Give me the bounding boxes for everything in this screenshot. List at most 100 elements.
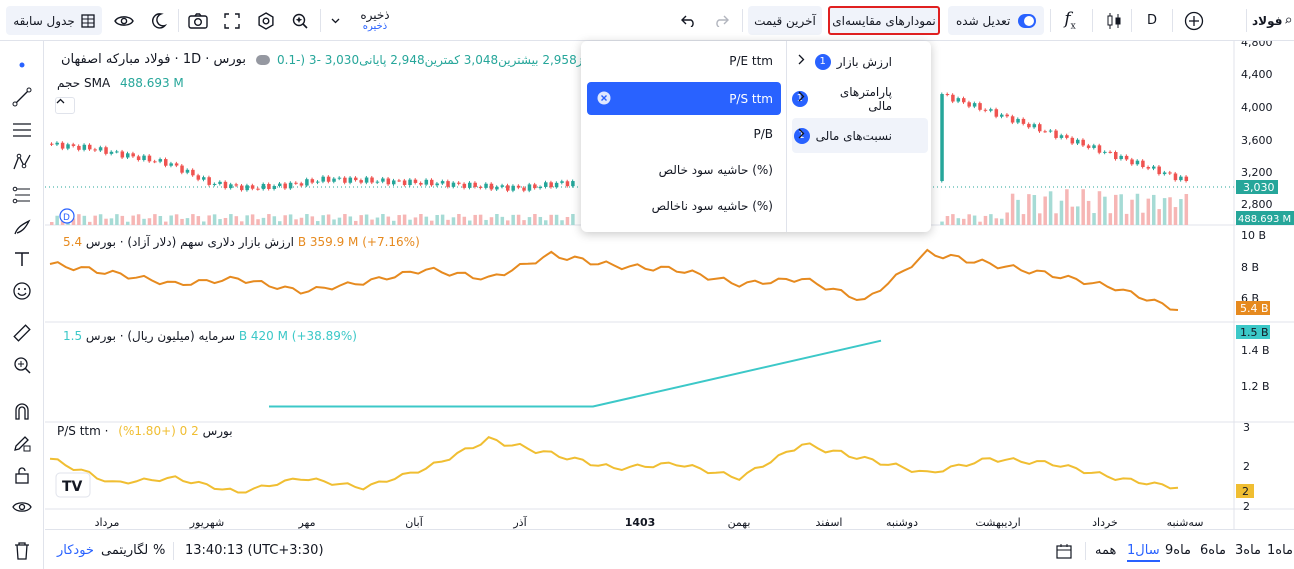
adjusted-toggle[interactable] (1018, 13, 1036, 28)
volume-bar (392, 220, 396, 225)
dropdown-item-ps-ttm[interactable]: P/S ttm (587, 82, 781, 115)
indicators-button[interactable]: fx (1056, 6, 1084, 35)
time-tick: اسفند (816, 516, 843, 529)
dropdown-item-gross-margin[interactable]: حاشیه سود ناخالص (%) (587, 189, 781, 222)
candle-body (169, 163, 173, 166)
volume-bar (370, 219, 374, 225)
volume-bar (1059, 200, 1064, 225)
symbol-search[interactable]: فولاد (1252, 6, 1292, 35)
volume-bar (1065, 189, 1069, 225)
dropdown-item-pe-ttm[interactable]: P/E ttm (587, 44, 781, 77)
legend-eye-button[interactable] (256, 55, 270, 65)
auto-scale-button[interactable]: خودکار (57, 540, 94, 562)
chart-type-button[interactable] (1100, 6, 1128, 35)
candle-body (1114, 151, 1118, 160)
fib-tool[interactable] (8, 181, 36, 209)
candle-body (402, 180, 407, 185)
candle-body (386, 178, 391, 185)
settings-button[interactable] (252, 6, 280, 35)
lock-tool[interactable] (8, 461, 36, 489)
compare-charts-button[interactable]: نمودارهای مقایسه‌ای (828, 6, 940, 35)
screenshot-button[interactable] (184, 6, 212, 35)
save-button[interactable]: ذخیره ذخیره (352, 6, 398, 35)
close-icon[interactable] (597, 91, 611, 105)
range-1m[interactable]: 1ماه (1267, 540, 1293, 562)
fullscreen-button[interactable] (218, 6, 246, 35)
redo-button[interactable] (708, 6, 736, 35)
horizontal-lines-tool[interactable] (8, 116, 36, 144)
candle-body (1027, 123, 1031, 128)
history-table-button[interactable]: جدول سابقه (6, 6, 102, 35)
text-tool[interactable] (8, 245, 36, 273)
category-financial-params[interactable]: پارامترهای مالی 1 (792, 81, 928, 116)
candle-body (1092, 145, 1096, 148)
range-1y[interactable]: 1سال (1127, 540, 1160, 562)
quick-search-button[interactable] (286, 6, 314, 35)
range-all[interactable]: همه (1095, 540, 1116, 562)
trend-line-tool[interactable] (8, 83, 36, 111)
candle-body (109, 151, 114, 154)
range-9m[interactable]: 9ماه (1165, 540, 1191, 562)
undo-button[interactable] (674, 6, 702, 35)
volume-bar (549, 214, 553, 225)
dropdown-item-pb[interactable]: P/B (587, 117, 781, 150)
save-menu-button[interactable] (326, 6, 344, 35)
volume-bar (229, 214, 233, 225)
volume-bar (565, 216, 570, 225)
interval-button[interactable]: D (1138, 6, 1166, 35)
ps-tick: 2 (1243, 460, 1250, 473)
hide-drawings-tool[interactable] (8, 493, 36, 521)
lock-drawing-tool[interactable] (8, 429, 36, 457)
candle-body (136, 156, 141, 161)
item-label: P/E ttm (729, 53, 773, 68)
percent-scale-button[interactable]: % (153, 540, 165, 562)
category-financial-ratios[interactable]: نسبت‌های مالی 1 (792, 118, 928, 153)
pattern-icon (13, 153, 31, 170)
add-symbol-button[interactable] (1180, 6, 1208, 35)
candle-body (408, 179, 412, 185)
candle-body (1103, 151, 1107, 153)
calendar-range-icon (1056, 543, 1072, 559)
emoji-tool[interactable] (8, 277, 36, 305)
log-scale-button[interactable]: لگاریتمی (101, 540, 148, 562)
pattern-tool[interactable] (8, 148, 36, 176)
candle-body (554, 182, 559, 188)
zoom-tool[interactable] (8, 351, 36, 379)
timezone-button[interactable]: 13:40:13 (UTC+3:30) (185, 540, 324, 562)
volume-bar (142, 218, 146, 225)
time-tick: شهریور (189, 516, 224, 529)
adjusted-toggle-button[interactable]: تعدیل شده (948, 6, 1044, 35)
last-price-button[interactable]: آخرین قیمت (748, 6, 822, 35)
volume-bar (989, 214, 993, 225)
range-6m[interactable]: 6ماه (1200, 540, 1226, 562)
brush-tool[interactable] (8, 213, 36, 241)
candle-body (126, 153, 130, 158)
dropdown-item-net-margin[interactable]: حاشیه سود خالص (%) (587, 153, 781, 186)
time-tick: دوشنبه (886, 516, 918, 529)
eye-icon (12, 502, 32, 512)
volume-bar (967, 214, 971, 225)
category-count-badge: 1 (814, 53, 831, 70)
candle-body (989, 109, 993, 111)
capital-current-value: 1.5 B (1240, 326, 1269, 339)
capital-legend: سرمایه (میلیون ریال) · بورس 1.5 B 420 M … (57, 329, 357, 343)
ruler-tool[interactable] (8, 319, 36, 347)
candle-body (1135, 160, 1140, 165)
collapse-legend-button[interactable] (55, 97, 75, 114)
candle-body (370, 177, 374, 183)
ps-values: 2 0 (+1.80%) (118, 424, 199, 438)
candle-body (1119, 155, 1123, 160)
range-3m[interactable]: 3ماه (1235, 540, 1261, 562)
date-range-button[interactable] (1055, 540, 1073, 562)
magnet-tool[interactable] (8, 397, 36, 425)
visibility-button[interactable] (110, 6, 138, 35)
volume-bar (1179, 199, 1183, 225)
volume-bar (1048, 191, 1053, 225)
category-market-value[interactable]: ارزش بازار 1 (792, 44, 928, 79)
theme-button[interactable] (144, 6, 172, 35)
compare-charts-label: نمودارهای مقایسه‌ای (832, 13, 936, 28)
volume-bar (500, 216, 505, 225)
cursor-tool[interactable] (8, 51, 36, 79)
candle-body (245, 185, 249, 191)
delete-drawings-tool[interactable] (8, 537, 36, 565)
